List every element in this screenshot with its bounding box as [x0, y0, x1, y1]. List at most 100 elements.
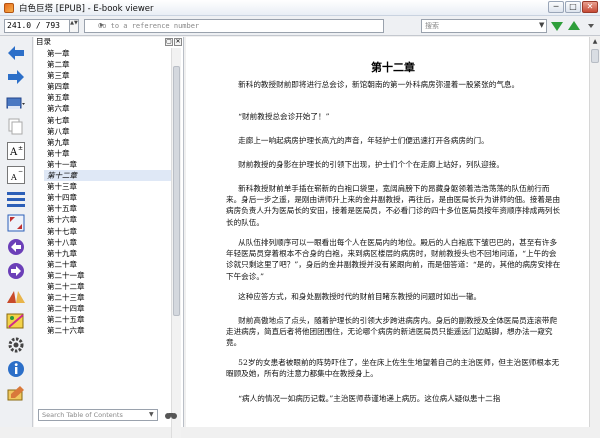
font-smaller-icon: A−: [7, 166, 25, 184]
search-up-arrow-icon[interactable]: [566, 18, 582, 34]
next-page-button[interactable]: [6, 261, 26, 281]
forward-button[interactable]: [6, 67, 26, 87]
toc-item[interactable]: 第十一章: [44, 159, 172, 170]
reference-mode-button[interactable]: [6, 311, 26, 331]
font-smaller-button[interactable]: A −: [6, 165, 26, 185]
toc-item[interactable]: 第七章: [44, 115, 172, 126]
info-icon: [8, 361, 24, 377]
svg-text:A: A: [10, 173, 17, 182]
reading-pane: 第十二章 新科的教授财前即将进行总会诊，新馆朝南的第一外科病房弥漫着一股紧张的气…: [186, 37, 600, 427]
reader-scrollbar[interactable]: ▲: [589, 37, 600, 427]
binoculars-icon[interactable]: [164, 409, 178, 421]
body-paragraph: “财前教授总会诊开始了！”: [238, 112, 330, 121]
toc-search-input[interactable]: Search Table of Contents: [38, 409, 158, 421]
goto-placeholder: Go to a reference number: [98, 22, 200, 30]
toc-item[interactable]: 第六章: [44, 103, 172, 114]
toc-item[interactable]: 第一章: [44, 48, 172, 59]
font-larger-icon: A ±: [7, 142, 25, 160]
body-paragraph: 新科的教授财前即将进行总会诊，新馆朝南的第一外科病房弥漫着一股紧张的气息。: [238, 80, 520, 89]
toc-item[interactable]: 第二十四章: [44, 303, 172, 314]
bookmark-button[interactable]: [6, 287, 26, 307]
toc-item[interactable]: 第十九章: [44, 248, 172, 259]
toc-list: 第一章 第二章 第三章 第四章 第五章 第六章 第七章 第八章 第九章 第十章 第十一章 第十二章 第十…: [44, 48, 172, 336]
menu-arrow-icon[interactable]: [583, 18, 599, 34]
toc-item[interactable]: 第四章: [44, 81, 172, 92]
body-paragraph: 这种应答方式，和身处副教授时代的财前目睹东教授的问题时如出一辙。: [238, 292, 482, 301]
toc-item[interactable]: 第二十一章: [44, 270, 172, 281]
body-paragraph: “病人的情况一如病历记载。”主治医师恭谨地递上病历。这位病人疑似患十二指: [238, 394, 501, 403]
close-button[interactable]: ✕: [582, 1, 598, 13]
toc-item[interactable]: 第十二章: [44, 170, 172, 182]
toc-item[interactable]: 第二十章: [44, 259, 172, 270]
fullscreen-button[interactable]: [6, 213, 26, 233]
toc-scroll-thumb[interactable]: [173, 66, 180, 316]
window-controls: ─ □ ✕: [548, 1, 598, 13]
position-input[interactable]: 241.0 / 793: [4, 19, 70, 33]
toc-item[interactable]: 第二章: [44, 59, 172, 70]
copy-icon: [8, 118, 23, 135]
toc-item[interactable]: 第二十三章: [44, 292, 172, 303]
toc-item[interactable]: 第二十五章: [44, 314, 172, 325]
preferences-button[interactable]: [6, 335, 26, 355]
search-dropdown-icon[interactable]: ▼: [539, 21, 544, 29]
gear-icon: [8, 337, 24, 353]
info-button[interactable]: [6, 359, 26, 379]
toc-item[interactable]: 第十五章: [44, 203, 172, 214]
previous-icon: [8, 239, 24, 255]
reference-mode-icon: [6, 313, 24, 329]
window-title: 白色巨塔 [EPUB] - E-book viewer: [19, 3, 154, 14]
toc-item[interactable]: 第二十六章: [44, 325, 172, 336]
body-paragraph: 走廊上一响起病房护理长高亢的声音，年轻护士们便迅速打开各病房的门。: [238, 136, 489, 145]
toc-panel: 目录 ▢ ✕ 第一章 第二章 第三章 第四章 第五章 第六章 第七章 第八章 第九章 第十章 第十一…: [34, 37, 184, 438]
svg-text:−: −: [18, 168, 23, 175]
body-paragraph: 从队伍排列顺序可以一眼看出每个人在医局内的地位。殿后的人白袍底下皱巴巴的，甚至有…: [226, 238, 561, 281]
toc-search-dropdown-icon[interactable]: ▼: [149, 411, 154, 418]
library-button[interactable]: [6, 93, 26, 113]
goto-reference-input[interactable]: Go to a reference number: [84, 19, 384, 33]
toc-float-button[interactable]: ▢: [165, 38, 173, 46]
toc-icon: [7, 192, 25, 207]
maximize-button[interactable]: □: [565, 1, 581, 13]
fullscreen-icon: [7, 214, 25, 232]
library-icon: [6, 97, 25, 109]
bookmark-icon: [7, 291, 25, 303]
toc-item[interactable]: 第十三章: [44, 181, 172, 192]
forward-arrow-icon: [8, 70, 24, 84]
search-down-arrow-icon[interactable]: [549, 18, 565, 34]
minimize-button[interactable]: ─: [548, 1, 564, 13]
position-spinner[interactable]: ▲▼: [70, 19, 79, 33]
inspector-button[interactable]: [6, 383, 26, 403]
back-button[interactable]: [6, 43, 26, 63]
body-paragraph: 财前高傲地点了点头，随着护理长的引领大步跨进病房内。身后的副教授及全体医局员连滚…: [226, 316, 558, 348]
toc-item[interactable]: 第十七章: [44, 226, 172, 237]
search-input[interactable]: 搜索: [421, 19, 547, 33]
left-toolbar: A ± A −: [0, 37, 33, 427]
toc-button[interactable]: [6, 189, 26, 209]
toc-item[interactable]: 第十四章: [44, 192, 172, 203]
scroll-up-icon[interactable]: ▲: [590, 37, 600, 47]
title-bar: 白色巨塔 [EPUB] - E-book viewer ─ □ ✕: [0, 0, 600, 16]
toc-item[interactable]: 第二十二章: [44, 281, 172, 292]
toc-item[interactable]: 第九章: [44, 137, 172, 148]
toc-item[interactable]: 第十八章: [44, 237, 172, 248]
font-larger-button[interactable]: A ±: [6, 141, 26, 161]
toc-item[interactable]: 第十六章: [44, 214, 172, 225]
toc-item[interactable]: 第八章: [44, 126, 172, 137]
back-arrow-icon: [8, 46, 24, 60]
next-icon: [8, 263, 24, 279]
chapter-title: 第十二章: [371, 61, 415, 74]
toc-title: 目录: [36, 37, 51, 46]
body-paragraph: 52岁的女患者被眼前的阵势吓住了，坐在床上佐生生地望着自己的主治医师，但主治医师…: [226, 358, 560, 379]
previous-page-button[interactable]: [6, 237, 26, 257]
inspector-icon: [7, 386, 24, 401]
goto-arrow-icon: ▸: [100, 20, 105, 29]
toc-scrollbar[interactable]: [171, 48, 181, 438]
toc-item[interactable]: 第十章: [44, 148, 172, 159]
copy-button[interactable]: [6, 117, 26, 137]
toc-item[interactable]: 第五章: [44, 92, 172, 103]
toc-close-button[interactable]: ✕: [174, 38, 182, 46]
body-paragraph: 财前教授的身影在护理长的引领下出现，护士们个个在走廊上站好，列队迎接。: [238, 160, 504, 169]
toc-item[interactable]: 第三章: [44, 70, 172, 81]
body-paragraph: 新科教授财前单手插在崭新的白袍口袋里，宽阔肩膀下的昂藏身躯领着浩浩荡荡的队伍前行…: [226, 184, 561, 227]
reader-scroll-thumb[interactable]: [591, 49, 599, 63]
